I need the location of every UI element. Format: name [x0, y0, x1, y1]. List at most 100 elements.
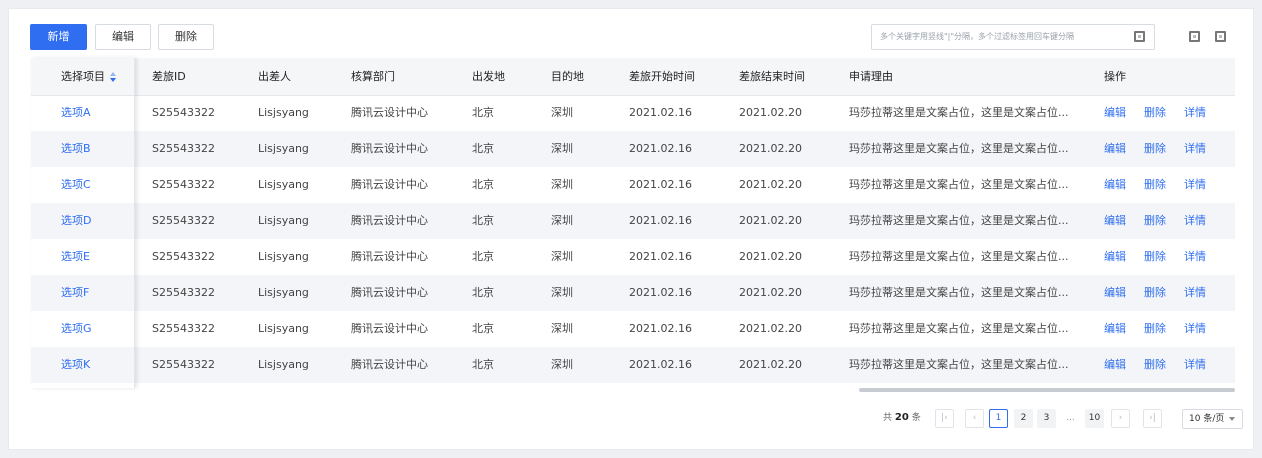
- trip-id-cell: S25543322: [152, 322, 215, 335]
- reason-cell: 玛莎拉蒂这里是文案占位，这里是文案占位...: [849, 214, 1069, 227]
- header-department: 核算部门: [351, 70, 395, 83]
- destination-cell: 深圳: [551, 214, 573, 227]
- trip-id-cell: S25543322: [152, 358, 215, 371]
- trip-id-cell: S25543322: [152, 106, 215, 119]
- reason-cell: 玛莎拉蒂这里是文案占位，这里是文案占位...: [849, 178, 1069, 191]
- row-edit-link[interactable]: 编辑: [1104, 167, 1126, 203]
- row-detail-link[interactable]: 详情: [1184, 275, 1206, 311]
- header-start-time: 差旅开始时间: [629, 70, 695, 83]
- row-delete-link[interactable]: 删除: [1144, 311, 1166, 347]
- page-size-label: 10 条/页: [1189, 414, 1225, 424]
- departure-cell: 北京: [472, 106, 494, 119]
- item-cell[interactable]: 选项E: [61, 239, 90, 275]
- table-row: 选项D S25543322 Lisjsyang 腾讯云设计中心 北京 深圳 20…: [31, 203, 1235, 239]
- horizontal-scrollbar[interactable]: [859, 388, 1235, 392]
- start-time-cell: 2021.02.16: [629, 250, 692, 263]
- start-time-cell: 2021.02.16: [629, 214, 692, 227]
- page-button-1[interactable]: 1: [989, 409, 1008, 428]
- column-settings-icon[interactable]: [1189, 31, 1200, 42]
- department-cell: 腾讯云设计中心: [351, 322, 428, 335]
- data-table: 选择项目 差旅ID 出差人 核算部门 出发地 目的地 差旅开始时间 差旅结束时间…: [31, 58, 1235, 388]
- header-trip-id: 差旅ID: [152, 70, 186, 83]
- search-input[interactable]: 多个关键字用竖线"|"分隔，多个过滤标签用回车键分隔: [871, 24, 1155, 50]
- row-edit-link[interactable]: 编辑: [1104, 239, 1126, 275]
- row-detail-link[interactable]: 详情: [1184, 239, 1206, 275]
- header-select-item[interactable]: 选择项目: [61, 58, 116, 95]
- page-button-3[interactable]: 3: [1037, 409, 1056, 428]
- row-detail-link[interactable]: 详情: [1184, 311, 1206, 347]
- delete-button[interactable]: 删除: [158, 24, 214, 50]
- table-row: 选项A S25543322 Lisjsyang 腾讯云设计中心 北京 深圳 20…: [31, 95, 1235, 131]
- last-page-icon[interactable]: ›|: [1143, 409, 1162, 428]
- departure-cell: 北京: [472, 214, 494, 227]
- row-delete-link[interactable]: 删除: [1144, 95, 1166, 131]
- reason-cell: 玛莎拉蒂这里是文案占位，这里是文案占位...: [849, 106, 1069, 119]
- item-cell[interactable]: 选项G: [61, 311, 92, 347]
- first-page-icon[interactable]: |‹: [935, 409, 954, 428]
- department-cell: 腾讯云设计中心: [351, 106, 428, 119]
- header-reason: 申请理由: [849, 70, 893, 83]
- edit-button[interactable]: 编辑: [95, 24, 151, 50]
- traveler-cell: Lisjsyang: [258, 214, 309, 227]
- item-cell[interactable]: 选项A: [61, 95, 91, 131]
- end-time-cell: 2021.02.20: [739, 142, 802, 155]
- departure-cell: 北京: [472, 322, 494, 335]
- end-time-cell: 2021.02.20: [739, 250, 802, 263]
- prev-page-icon[interactable]: ‹: [965, 409, 984, 428]
- departure-cell: 北京: [472, 142, 494, 155]
- item-cell[interactable]: 选项B: [61, 131, 91, 167]
- page-size-select[interactable]: 10 条/页: [1182, 409, 1243, 429]
- row-edit-link[interactable]: 编辑: [1104, 95, 1126, 131]
- traveler-cell: Lisjsyang: [258, 358, 309, 371]
- row-delete-link[interactable]: 删除: [1144, 239, 1166, 275]
- next-page-icon[interactable]: ›: [1111, 409, 1130, 428]
- item-cell[interactable]: 选项K: [61, 347, 90, 383]
- table-row: 选项C S25543322 Lisjsyang 腾讯云设计中心 北京 深圳 20…: [31, 167, 1235, 203]
- row-delete-link[interactable]: 删除: [1144, 167, 1166, 203]
- start-time-cell: 2021.02.16: [629, 142, 692, 155]
- chevron-down-icon: [1229, 417, 1235, 421]
- row-delete-link[interactable]: 删除: [1144, 203, 1166, 239]
- row-detail-link[interactable]: 详情: [1184, 347, 1206, 383]
- row-edit-link[interactable]: 编辑: [1104, 275, 1126, 311]
- fullscreen-icon[interactable]: [1215, 31, 1226, 42]
- row-delete-link[interactable]: 删除: [1144, 131, 1166, 167]
- destination-cell: 深圳: [551, 250, 573, 263]
- row-delete-link[interactable]: 删除: [1144, 275, 1166, 311]
- table-row: 选项K S25543322 Lisjsyang 腾讯云设计中心 北京 深圳 20…: [31, 347, 1235, 383]
- row-delete-link[interactable]: 删除: [1144, 347, 1166, 383]
- reason-cell: 玛莎拉蒂这里是文案占位，这里是文案占位...: [849, 358, 1069, 371]
- item-cell[interactable]: 选项D: [61, 203, 91, 239]
- departure-cell: 北京: [472, 250, 494, 263]
- row-detail-link[interactable]: 详情: [1184, 167, 1206, 203]
- add-button[interactable]: 新增: [30, 24, 87, 50]
- item-cell[interactable]: 选项C: [61, 167, 91, 203]
- item-cell[interactable]: 选项F: [61, 275, 89, 311]
- header-end-time: 差旅结束时间: [739, 70, 805, 83]
- row-detail-link[interactable]: 详情: [1184, 95, 1206, 131]
- start-time-cell: 2021.02.16: [629, 106, 692, 119]
- department-cell: 腾讯云设计中心: [351, 178, 428, 191]
- reason-cell: 玛莎拉蒂这里是文案占位，这里是文案占位...: [849, 322, 1069, 335]
- row-detail-link[interactable]: 详情: [1184, 131, 1206, 167]
- reason-cell: 玛莎拉蒂这里是文案占位，这里是文案占位...: [849, 286, 1069, 299]
- department-cell: 腾讯云设计中心: [351, 286, 428, 299]
- row-detail-link[interactable]: 详情: [1184, 203, 1206, 239]
- table-row: 选项B S25543322 Lisjsyang 腾讯云设计中心 北京 深圳 20…: [31, 131, 1235, 167]
- page-button-2[interactable]: 2: [1014, 409, 1033, 428]
- end-time-cell: 2021.02.20: [739, 214, 802, 227]
- page-button-10[interactable]: 10: [1085, 409, 1104, 428]
- filter-icon[interactable]: [1134, 31, 1145, 42]
- row-edit-link[interactable]: 编辑: [1104, 203, 1126, 239]
- trip-id-cell: S25543322: [152, 142, 215, 155]
- sort-icon[interactable]: [110, 72, 116, 82]
- row-edit-link[interactable]: 编辑: [1104, 347, 1126, 383]
- traveler-cell: Lisjsyang: [258, 106, 309, 119]
- total-count: 20: [894, 412, 909, 423]
- destination-cell: 深圳: [551, 358, 573, 371]
- trip-id-cell: S25543322: [152, 286, 215, 299]
- row-edit-link[interactable]: 编辑: [1104, 311, 1126, 347]
- destination-cell: 深圳: [551, 286, 573, 299]
- row-edit-link[interactable]: 编辑: [1104, 131, 1126, 167]
- destination-cell: 深圳: [551, 178, 573, 191]
